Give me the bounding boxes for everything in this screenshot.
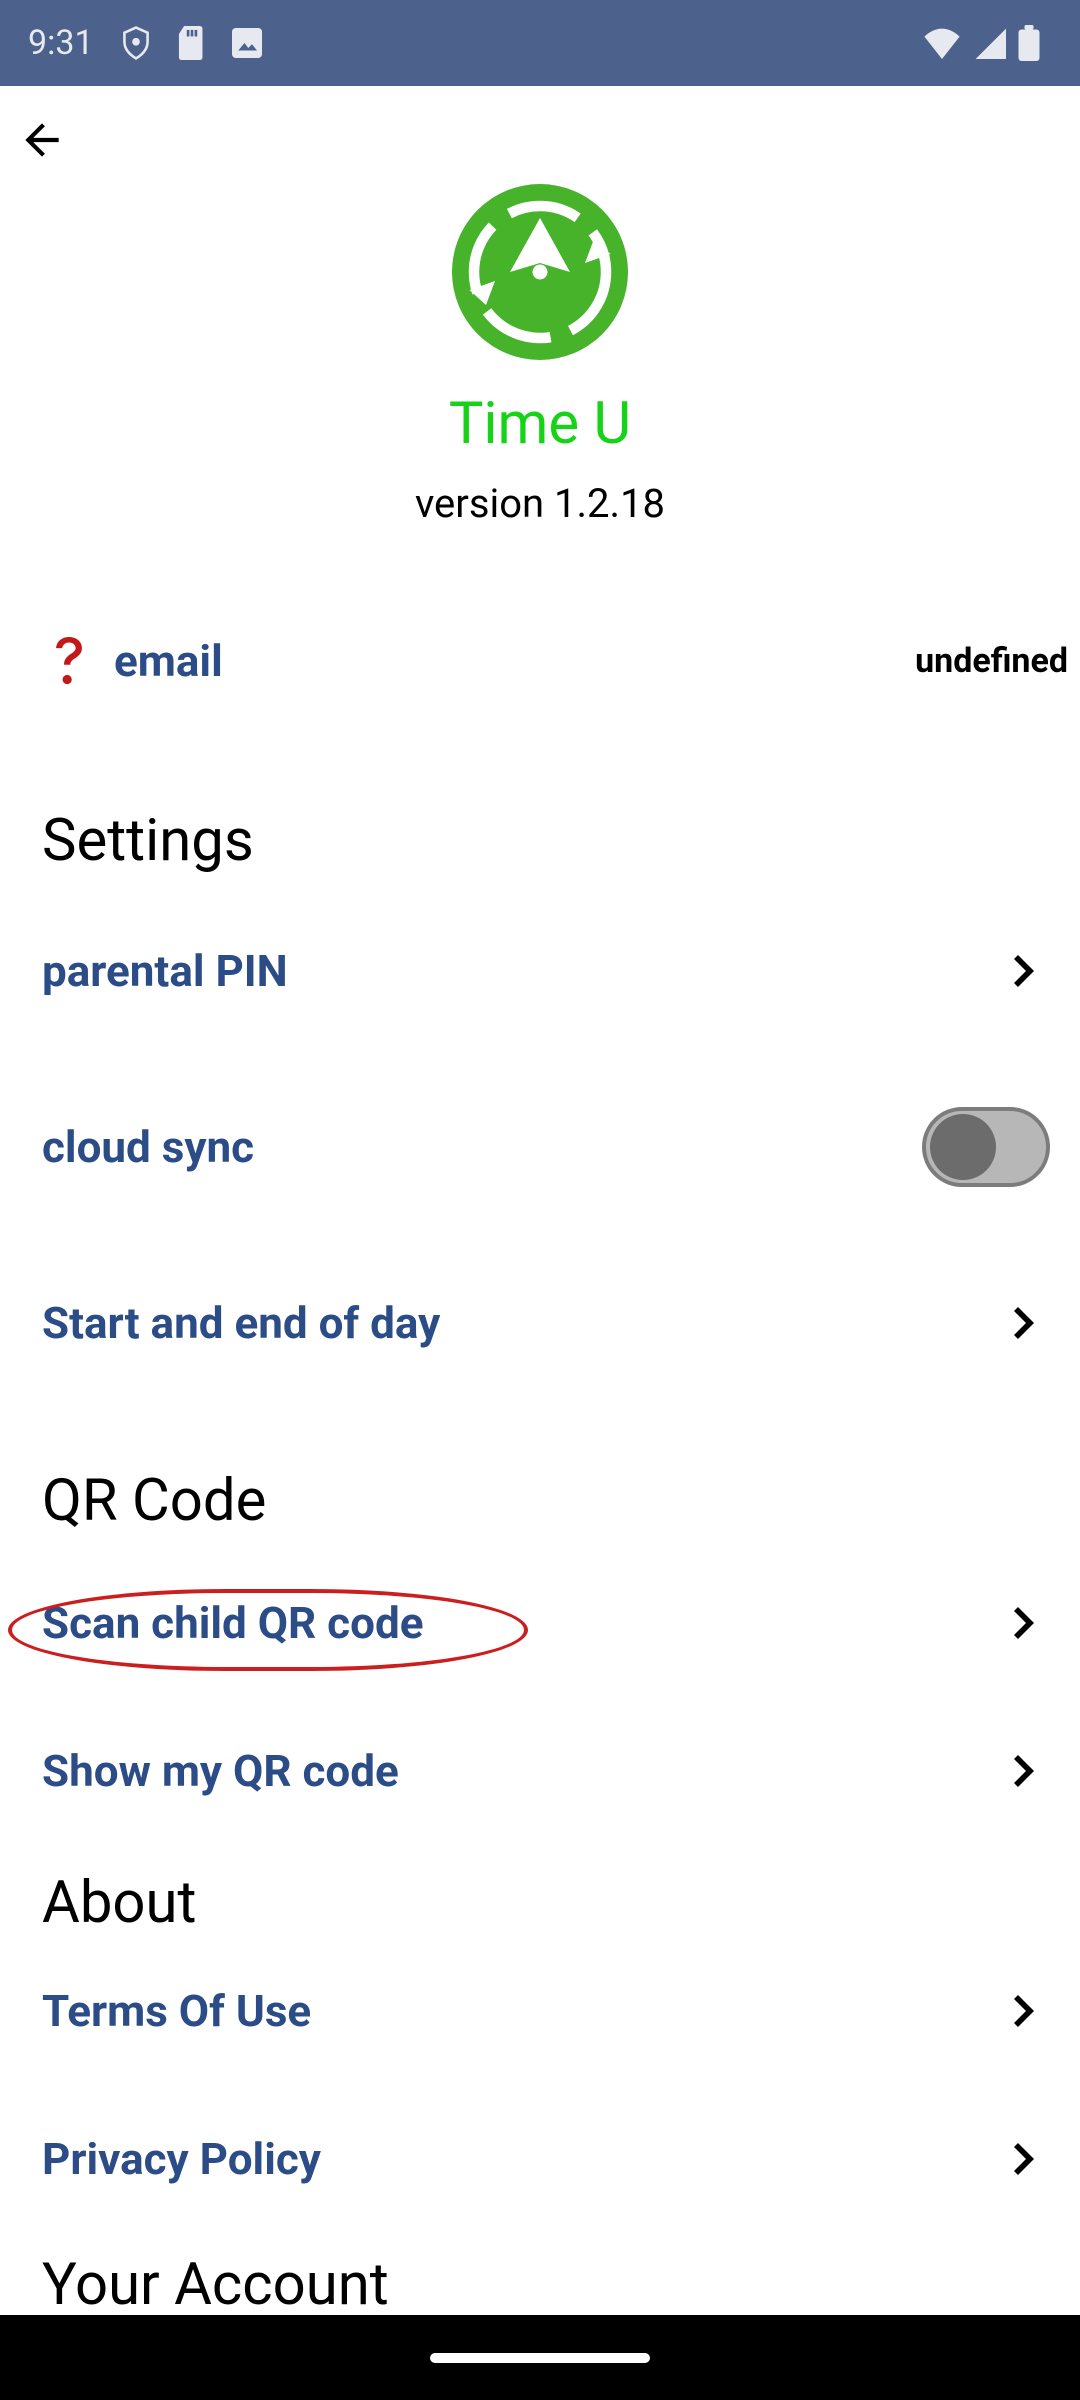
question-icon: [46, 637, 92, 685]
app-version: version 1.2.18: [415, 480, 665, 527]
chevron-right-icon: [1002, 2135, 1050, 2183]
clock-reset-icon: [465, 197, 615, 347]
chevron-right-icon: [1002, 1987, 1050, 2035]
email-value: undefined: [915, 641, 1068, 681]
chevron-right-icon: [1002, 1299, 1050, 1347]
show-my-qr-label: Show my QR code: [42, 1745, 1002, 1797]
sd-card-icon: [178, 26, 206, 60]
battery-icon: [1018, 25, 1040, 61]
status-time: 9:31: [28, 23, 94, 63]
app-header: Time U version 1.2.18: [0, 184, 1080, 527]
privacy-row[interactable]: Privacy Policy: [0, 2099, 1080, 2219]
cloud-sync-toggle[interactable]: [922, 1107, 1050, 1187]
toggle-knob: [930, 1114, 996, 1180]
nav-handle[interactable]: [430, 2353, 650, 2363]
app-logo: [452, 184, 628, 360]
wifi-icon: [922, 27, 962, 59]
show-my-qr-row[interactable]: Show my QR code: [0, 1711, 1080, 1831]
section-title-qr: QR Code: [42, 1467, 1080, 1535]
chevron-right-icon: [1002, 1747, 1050, 1795]
email-label: email: [114, 635, 915, 687]
chevron-right-icon: [1002, 1599, 1050, 1647]
scan-child-qr-label: Scan child QR code: [42, 1597, 1002, 1649]
status-bar-right: [922, 25, 1040, 61]
parental-pin-label: parental PIN: [42, 945, 1002, 997]
status-bar-left: 9:31: [28, 23, 262, 63]
picture-icon: [232, 28, 262, 58]
scan-child-qr-row[interactable]: Scan child QR code: [0, 1563, 1080, 1683]
arrow-left-icon: [17, 115, 67, 165]
cloud-sync-row: cloud sync: [0, 1087, 1080, 1207]
cloud-sync-label: cloud sync: [42, 1121, 922, 1173]
terms-label: Terms Of Use: [42, 1985, 1002, 2037]
parental-pin-row[interactable]: parental PIN: [0, 911, 1080, 1031]
section-title-account: Your Account: [42, 2251, 1080, 2319]
section-title-about: About: [42, 1869, 1080, 1937]
email-row[interactable]: email undefined: [0, 635, 1080, 687]
privacy-shield-icon: [120, 25, 152, 61]
terms-row[interactable]: Terms Of Use: [0, 1951, 1080, 2071]
chevron-right-icon: [1002, 947, 1050, 995]
cell-signal-icon: [974, 27, 1006, 59]
system-nav-bar: [0, 2315, 1080, 2400]
app-title: Time U: [449, 390, 631, 458]
day-bounds-row[interactable]: Start and end of day: [0, 1263, 1080, 1383]
status-bar: 9:31: [0, 0, 1080, 86]
privacy-label: Privacy Policy: [42, 2133, 1002, 2185]
day-bounds-label: Start and end of day: [42, 1297, 1002, 1349]
back-button[interactable]: [10, 108, 74, 172]
app-content: Time U version 1.2.18 email undefined Se…: [0, 86, 1080, 2315]
section-title-settings: Settings: [42, 807, 1080, 875]
